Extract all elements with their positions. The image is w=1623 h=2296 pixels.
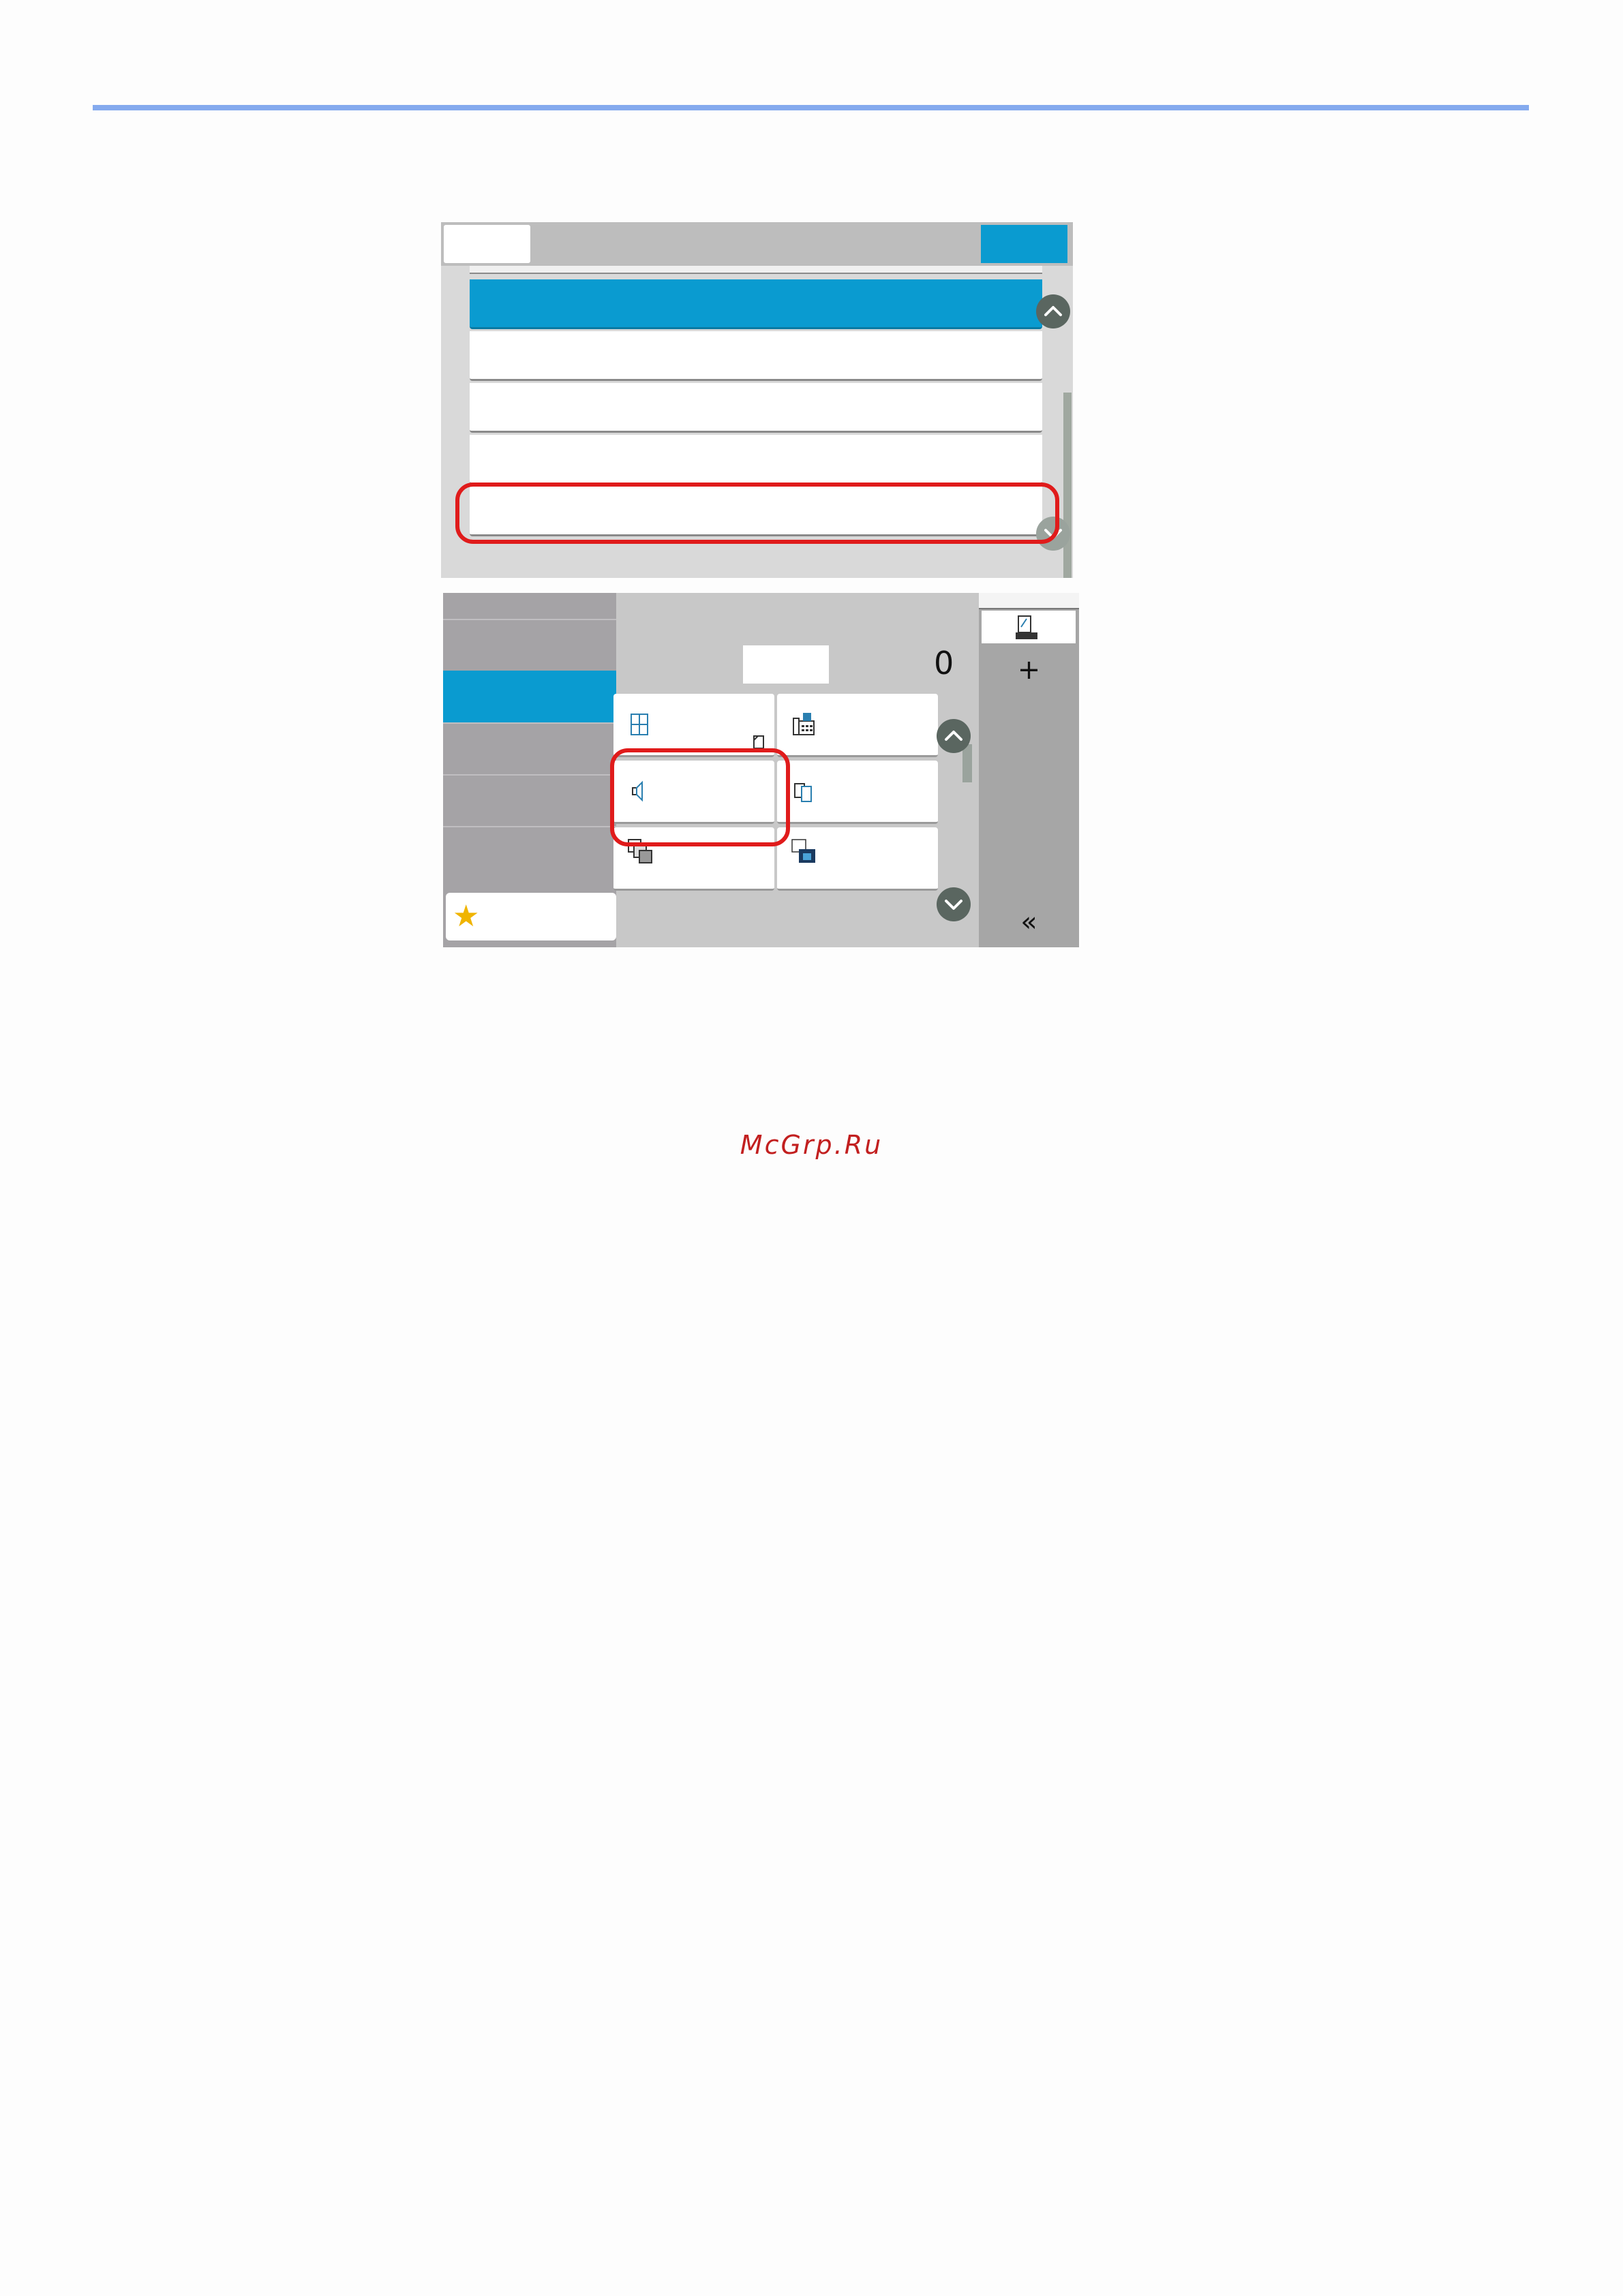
chevron-up-icon xyxy=(1044,306,1062,316)
scroll-up-button[interactable] xyxy=(937,719,971,753)
sidebar-tab[interactable] xyxy=(443,722,616,776)
back-button[interactable] xyxy=(444,225,530,263)
list-item-partial[interactable] xyxy=(470,266,1042,274)
duplex-icon xyxy=(794,783,812,802)
sidebar-tab[interactable] xyxy=(443,826,616,879)
document-preview-icon xyxy=(1016,615,1037,639)
preview-thumbnail[interactable] xyxy=(982,611,1076,643)
highlight-callout xyxy=(610,748,790,846)
add-button[interactable]: + xyxy=(979,654,1079,686)
scroll-up-button[interactable] xyxy=(1036,294,1070,328)
chevron-up-icon xyxy=(945,731,962,741)
list-item[interactable] xyxy=(470,331,1042,381)
screen-header xyxy=(441,222,1073,266)
list-item[interactable] xyxy=(470,435,1042,485)
category-sidebar: ★ xyxy=(443,593,616,947)
ok-button[interactable] xyxy=(981,225,1067,263)
preview-panel-header xyxy=(979,593,1079,609)
function-key-fax[interactable] xyxy=(777,694,938,757)
function-key-image-quality[interactable] xyxy=(777,827,938,891)
watermark: McGrp.Ru xyxy=(740,1130,883,1160)
list-item[interactable] xyxy=(470,383,1042,433)
highlight-callout xyxy=(455,483,1059,544)
page-top-rule xyxy=(93,105,1529,110)
chevron-down-icon xyxy=(945,900,962,910)
image-quality-icon xyxy=(791,839,815,863)
star-icon: ★ xyxy=(453,899,480,934)
copies-field[interactable] xyxy=(743,645,829,684)
copies-count: 0 xyxy=(934,645,954,682)
preview-panel: + « xyxy=(979,593,1079,947)
sidebar-tab[interactable] xyxy=(443,619,616,672)
favorites-button[interactable]: ★ xyxy=(446,893,616,940)
scroll-down-button[interactable] xyxy=(937,887,971,921)
collapse-panel-button[interactable]: « xyxy=(979,906,1079,938)
original-size-icon xyxy=(631,714,648,735)
list-item-selected[interactable] xyxy=(470,279,1042,329)
function-key-duplex[interactable] xyxy=(777,761,938,824)
sidebar-tab[interactable] xyxy=(443,774,616,827)
sidebar-tab-selected[interactable] xyxy=(443,671,616,724)
fax-icon xyxy=(793,713,815,735)
